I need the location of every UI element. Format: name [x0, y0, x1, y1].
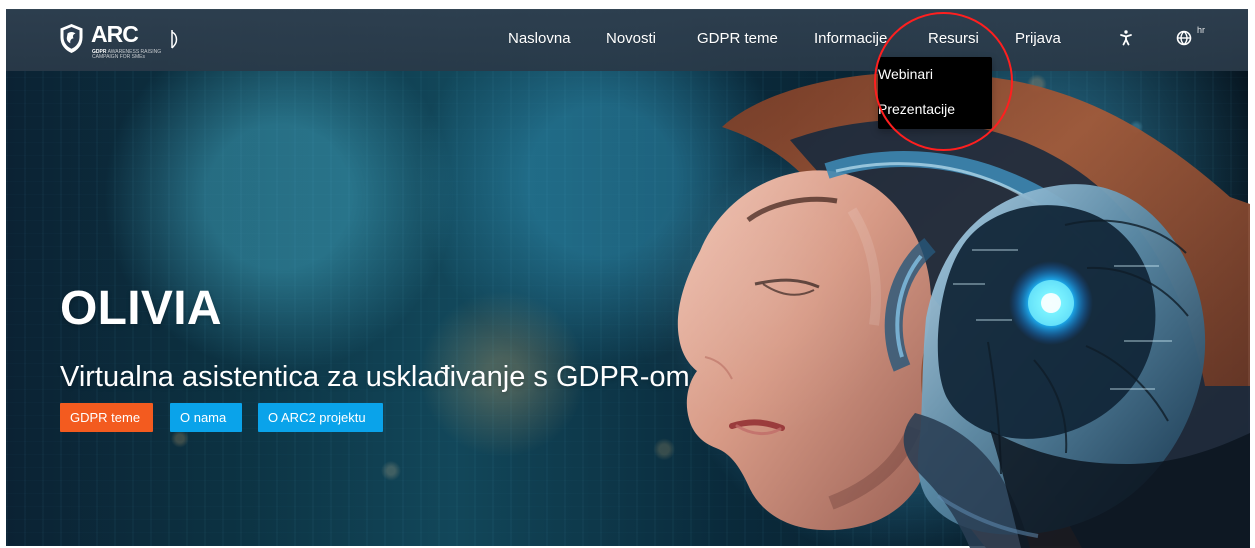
o-arc2-projektu-button[interactable]: O ARC2 projektu	[258, 403, 383, 432]
gdpr-teme-button[interactable]: GDPR teme	[60, 403, 153, 432]
dropdown-item-webinari[interactable]: Webinari	[878, 62, 992, 86]
hero-title: OLIVIA	[60, 282, 222, 335]
nav-item-informacije[interactable]: Informacije	[814, 30, 887, 48]
accessibility-icon[interactable]	[1117, 29, 1135, 47]
brand-tagline-suffix: CAMPAIGN FOR SMEs	[92, 54, 145, 60]
site-brand[interactable]: ARC GDPR AWARENESS RAISING CAMPAIGN FOR …	[57, 23, 180, 65]
brand-name: ARC	[91, 21, 139, 47]
dropdown-item-label: Prezentacije	[878, 101, 956, 117]
nav-item-gdpr-teme[interactable]: GDPR teme	[697, 30, 778, 48]
brand-tagline: GDPR AWARENESS RAISING CAMPAIGN FOR SMEs	[92, 50, 161, 60]
globe-icon[interactable]	[1175, 29, 1193, 47]
nav-item-prijava[interactable]: Prijava	[1015, 30, 1061, 48]
o-nama-button[interactable]: O nama	[170, 403, 242, 432]
language-code: hr	[1197, 25, 1206, 35]
shield-logo-icon	[57, 23, 86, 54]
nav-item-novosti[interactable]: Novosti	[606, 30, 656, 48]
dropdown-item-prezentacije[interactable]: Prezentacije	[878, 97, 992, 121]
shield-outline-icon	[166, 28, 180, 52]
top-navigation: ARC GDPR AWARENESS RAISING CAMPAIGN FOR …	[6, 9, 1248, 71]
nav-item-resursi[interactable]: Resursi	[928, 30, 979, 48]
nav-item-naslovna[interactable]: Naslovna	[508, 30, 571, 48]
hero-image	[640, 70, 1250, 548]
resources-dropdown: Webinari Prezentacije	[878, 57, 992, 129]
page: ARC GDPR AWARENESS RAISING CAMPAIGN FOR …	[0, 0, 1255, 548]
brand-wordmark: ARC GDPR AWARENESS RAISING CAMPAIGN FOR …	[91, 23, 161, 61]
hero-subtitle: Virtualna asistentica za usklađivanje s …	[60, 361, 690, 393]
dropdown-item-label: Webinari	[878, 66, 933, 82]
